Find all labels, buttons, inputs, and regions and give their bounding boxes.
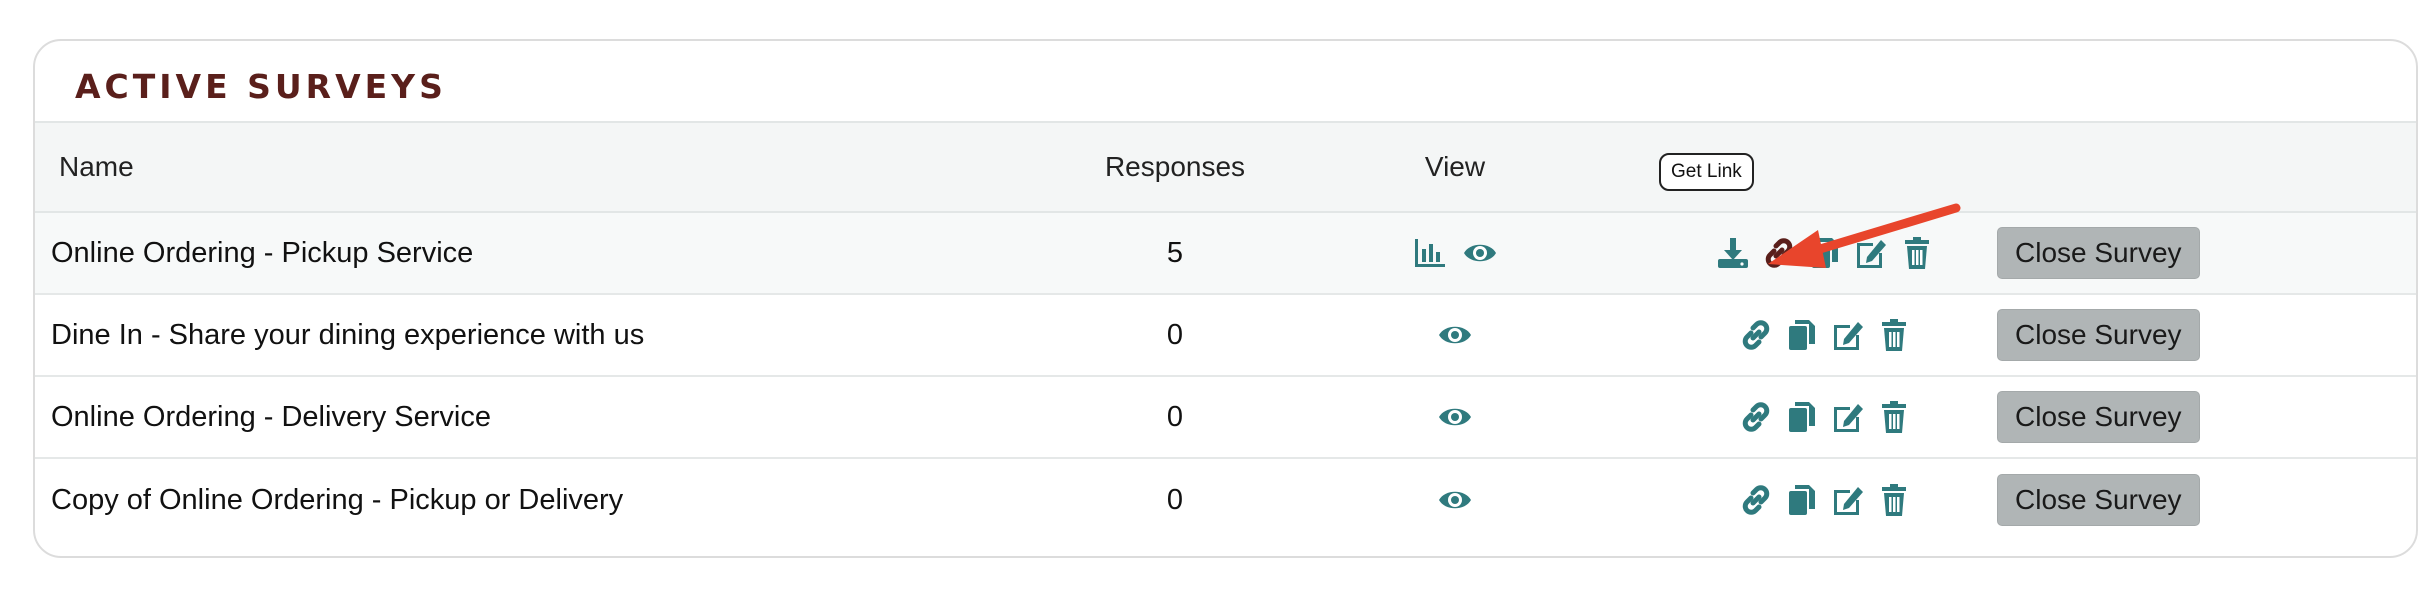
link-icon[interactable] — [1738, 482, 1774, 518]
close-survey-button[interactable]: Close Survey — [1997, 309, 2200, 361]
table-row: Online Ordering - Delivery Service 0 Clo… — [35, 377, 2416, 459]
table-header: Name Responses View — [35, 121, 2416, 213]
trash-icon[interactable] — [1876, 317, 1912, 353]
view-cell — [1355, 377, 1555, 457]
close-survey-cell: Close Survey — [1997, 459, 2200, 541]
close-survey-cell: Close Survey — [1997, 377, 2200, 457]
eye-icon[interactable] — [1437, 482, 1473, 518]
response-count: 0 — [1166, 483, 1184, 516]
actions-cell — [1675, 295, 1975, 375]
response-count: 0 — [1166, 318, 1184, 351]
survey-name: Copy of Online Ordering - Pickup or Deli… — [51, 483, 624, 516]
response-count: 0 — [1166, 400, 1184, 433]
close-survey-cell: Close Survey — [1997, 213, 2200, 293]
survey-name: Online Ordering - Pickup Service — [51, 236, 474, 269]
close-survey-button[interactable]: Close Survey — [1997, 474, 2200, 526]
column-header-view: View — [1424, 151, 1486, 182]
copy-icon[interactable] — [1784, 317, 1820, 353]
view-cell — [1355, 295, 1555, 375]
eye-icon[interactable] — [1462, 235, 1498, 271]
response-count: 5 — [1166, 236, 1184, 269]
copy-icon[interactable] — [1784, 399, 1820, 435]
trash-icon[interactable] — [1876, 482, 1912, 518]
actions-cell — [1675, 459, 1975, 541]
view-cell — [1355, 213, 1555, 293]
actions-cell — [1675, 377, 1975, 457]
table-row: Online Ordering - Pickup Service 5 Close… — [35, 213, 2416, 295]
link-icon[interactable] — [1738, 317, 1774, 353]
bar-chart-icon[interactable] — [1412, 235, 1448, 271]
close-survey-button[interactable]: Close Survey — [1997, 227, 2200, 279]
column-header-name: Name — [59, 151, 134, 182]
eye-icon[interactable] — [1437, 317, 1473, 353]
edit-icon[interactable] — [1830, 482, 1866, 518]
view-cell — [1355, 459, 1555, 541]
get-link-tooltip: Get Link — [1659, 153, 1754, 191]
close-survey-cell: Close Survey — [1997, 295, 2200, 375]
download-icon[interactable] — [1715, 235, 1751, 271]
copy-icon[interactable] — [1784, 482, 1820, 518]
survey-name: Online Ordering - Delivery Service — [51, 400, 491, 433]
table-row: Copy of Online Ordering - Pickup or Deli… — [35, 459, 2416, 541]
annotation-arrow — [1768, 203, 1961, 268]
eye-icon[interactable] — [1437, 399, 1473, 435]
trash-icon[interactable] — [1876, 399, 1912, 435]
edit-icon[interactable] — [1830, 399, 1866, 435]
edit-icon[interactable] — [1830, 317, 1866, 353]
active-surveys-panel: Active Surveys Name Responses View Onlin… — [33, 39, 2418, 558]
survey-name: Dine In - Share your dining experience w… — [51, 318, 645, 351]
surveys-table: Name Responses View Online Ordering - Pi… — [35, 121, 2416, 541]
column-header-responses: Responses — [1104, 151, 1246, 182]
close-survey-button[interactable]: Close Survey — [1997, 391, 2200, 443]
panel-title: Active Surveys — [75, 67, 447, 106]
link-icon[interactable] — [1738, 399, 1774, 435]
table-row: Dine In - Share your dining experience w… — [35, 295, 2416, 377]
